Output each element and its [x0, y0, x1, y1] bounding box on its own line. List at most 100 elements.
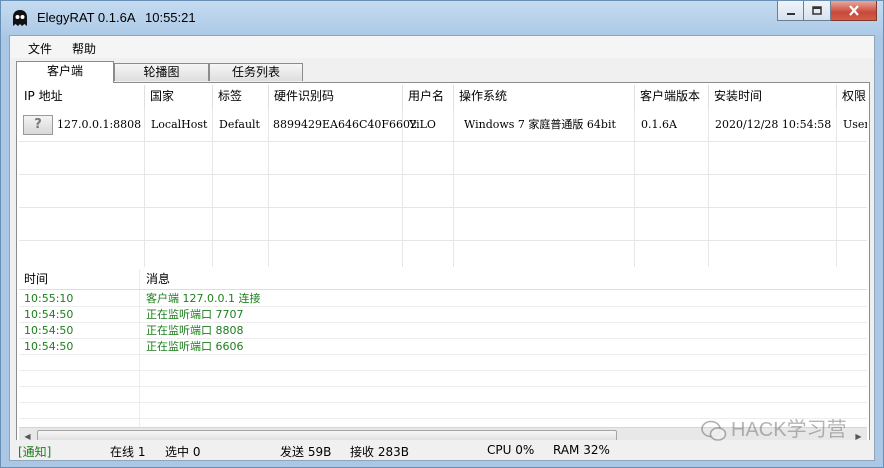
- user-value: YiLO: [409, 118, 436, 131]
- column-header-tag[interactable]: 标签: [213, 85, 269, 109]
- menu-file[interactable]: 文件: [28, 40, 52, 57]
- log-header-message[interactable]: 消息: [141, 269, 170, 289]
- ghost-icon: [13, 10, 27, 26]
- window-clock: 10:55:21: [145, 10, 196, 25]
- grid-cell: [454, 142, 635, 174]
- minimize-button[interactable]: [777, 1, 804, 21]
- grid-cell: [709, 208, 837, 240]
- log-time: 10:54:50: [24, 324, 74, 337]
- column-header-install-time[interactable]: 安装时间: [709, 85, 837, 109]
- window-title: ElegyRAT 0.1.6A: [37, 10, 136, 25]
- caption-buttons: [777, 1, 877, 21]
- main-window: ElegyRAT 0.1.6A 10:55:21 文件 帮助 客户端 轮播图 任…: [0, 0, 884, 468]
- status-received: 接收 283B: [350, 445, 409, 459]
- log-time: 10:54:50: [24, 308, 74, 321]
- maximize-icon: [812, 5, 822, 15]
- privilege-value: User: [843, 118, 867, 131]
- os-value: Windows 7 家庭普通版 64bit: [464, 118, 616, 131]
- log-row[interactable]: 10:54:50 正在监听端口 6606: [19, 339, 867, 355]
- status-cpu: CPU 0%: [487, 443, 535, 457]
- cell-os: Windows 7 家庭普通版 64bit: [454, 109, 635, 141]
- maximize-button[interactable]: [804, 1, 831, 21]
- list-item: [19, 355, 867, 371]
- title-bar[interactable]: ElegyRAT 0.1.6A 10:55:21: [1, 1, 883, 35]
- grid-cell: [454, 208, 635, 240]
- cell-ip: ? 127.0.0.1:8808: [19, 109, 145, 141]
- grid-cell: [269, 175, 403, 207]
- menu-help[interactable]: 帮助: [72, 40, 96, 57]
- column-header-hwid[interactable]: 硬件识别码: [269, 85, 403, 109]
- status-online: 在线 1: [110, 445, 146, 459]
- grid-cell: [709, 175, 837, 207]
- grid-cell: [454, 241, 635, 267]
- grid-cell: [19, 208, 145, 240]
- tab-clients[interactable]: 客户端: [16, 61, 114, 83]
- grid-cell: [213, 142, 269, 174]
- cell-user: YiLO: [403, 109, 454, 141]
- grid-cell: [19, 175, 145, 207]
- log-message: 正在监听端口 8808: [146, 324, 244, 337]
- flag-unknown-icon: ?: [23, 115, 53, 135]
- watermark: HACK学习营: [701, 413, 847, 442]
- log-row[interactable]: 10:55:10 客户端 127.0.0.1 连接: [19, 291, 867, 307]
- status-sent: 发送 59B: [280, 445, 332, 459]
- table-row: [19, 142, 867, 175]
- grid-cell: [709, 142, 837, 174]
- grid-cell: [635, 175, 709, 207]
- tab-task-list[interactable]: 任务列表: [209, 63, 303, 81]
- log-header-time[interactable]: 时间: [19, 269, 48, 289]
- grid-cell: [19, 241, 145, 267]
- grid-cell: [403, 241, 454, 267]
- header-divider: [19, 289, 867, 290]
- tab-panel: IP 地址 国家 标签 硬件识别码 用户名 操作系统 客户端版本 安装时间 权限…: [16, 82, 870, 448]
- watermark-text: HACK学习营: [731, 419, 847, 441]
- grid-cell: [213, 241, 269, 267]
- grid-cell: [145, 175, 213, 207]
- cell-version: 0.1.6A: [635, 109, 709, 141]
- close-icon: [848, 5, 859, 16]
- menu-bar: 文件 帮助: [10, 36, 874, 58]
- log-row[interactable]: 10:54:50 正在监听端口 8808: [19, 323, 867, 339]
- client-area: 文件 帮助 客户端 轮播图 任务列表 IP 地址 国家 标签 硬件识别码 用户名…: [9, 35, 875, 461]
- status-selected: 选中 0: [165, 445, 201, 459]
- column-header-privilege[interactable]: 权限: [837, 85, 867, 109]
- wechat-icon: [701, 420, 727, 441]
- grid-cell: [709, 241, 837, 267]
- grid-cell: [635, 142, 709, 174]
- grid-cell: [145, 208, 213, 240]
- minimize-icon: [786, 12, 795, 15]
- close-button[interactable]: [831, 1, 877, 21]
- status-ram: RAM 32%: [553, 443, 610, 457]
- list-item: [19, 371, 867, 387]
- column-header-user[interactable]: 用户名: [403, 85, 454, 109]
- cell-country: LocalHost: [145, 109, 213, 141]
- log-message: 正在监听端口 6606: [146, 340, 244, 353]
- grid-cell: [269, 208, 403, 240]
- grid-cell: [635, 208, 709, 240]
- column-header-country[interactable]: 国家: [145, 85, 213, 109]
- grid-cell: [403, 175, 454, 207]
- clients-table[interactable]: IP 地址 国家 标签 硬件识别码 用户名 操作系统 客户端版本 安装时间 权限…: [19, 85, 867, 267]
- tab-carousel[interactable]: 轮播图: [114, 63, 209, 81]
- grid-cell: [213, 208, 269, 240]
- log-row[interactable]: 10:54:50 正在监听端口 7707: [19, 307, 867, 323]
- table-row: [19, 208, 867, 241]
- grid-cell: [635, 241, 709, 267]
- column-header-ip[interactable]: IP 地址: [19, 85, 145, 109]
- event-log[interactable]: 时间 消息 10:55:10 客户端 127.0.0.1 连接 10:54:50…: [19, 269, 867, 427]
- log-message: 客户端 127.0.0.1 连接: [146, 292, 261, 305]
- grid-cell: [19, 142, 145, 174]
- column-header-os[interactable]: 操作系统: [454, 85, 635, 109]
- status-notice: [通知]: [18, 445, 52, 459]
- table-row: [19, 241, 867, 267]
- column-header-version[interactable]: 客户端版本: [635, 85, 709, 109]
- grid-cell: [145, 241, 213, 267]
- cell-privilege: User: [837, 109, 867, 141]
- country-value: LocalHost: [151, 118, 208, 131]
- list-item: [19, 387, 867, 403]
- grid-cell: [269, 241, 403, 267]
- cell-tag: Default: [213, 109, 269, 141]
- grid-cell: [403, 208, 454, 240]
- tag-value: Default: [219, 118, 260, 131]
- table-row[interactable]: ? 127.0.0.1:8808 LocalHost Default 88994…: [19, 109, 867, 142]
